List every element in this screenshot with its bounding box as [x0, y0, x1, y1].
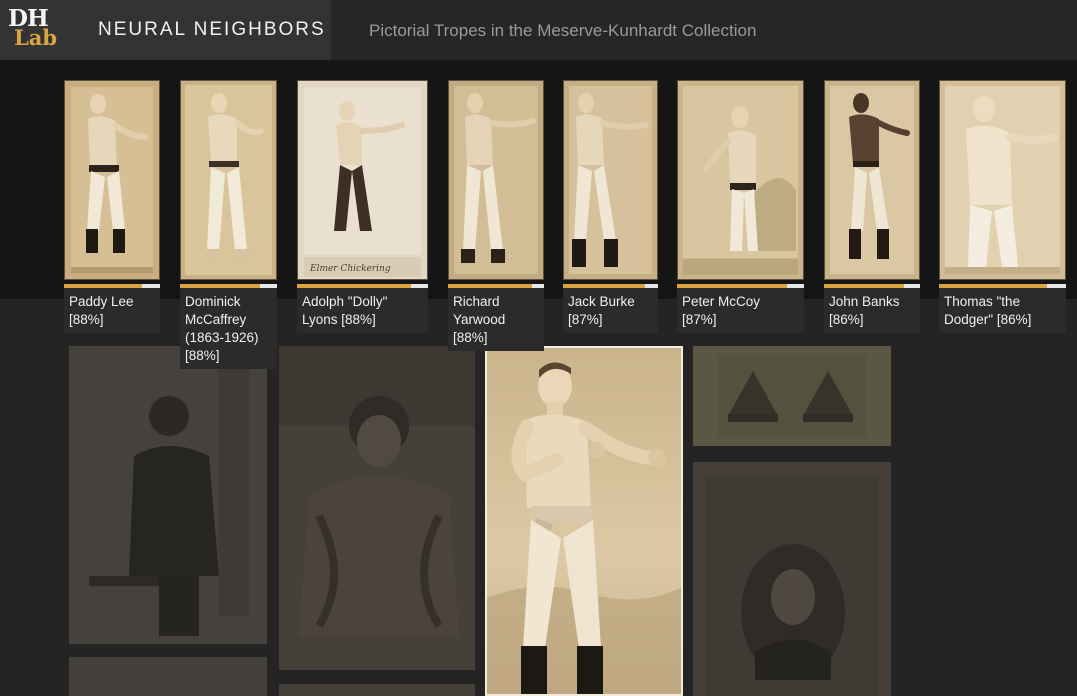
app-subtitle: Pictorial Tropes in the Meserve-Kunhardt…	[369, 21, 757, 40]
neighbor-photo[interactable]: Elmer Chickering	[297, 80, 428, 280]
neighbor-caption[interactable]: Peter McCoy [87%]	[677, 288, 804, 333]
neighbor-caption[interactable]: John Banks [86%]	[824, 288, 920, 333]
neighbor-caption[interactable]: Thomas "the Dodger" [86%]	[939, 288, 1066, 333]
neighbor-caption[interactable]: Paddy Lee [88%]	[64, 288, 160, 333]
neighbor-photo[interactable]	[939, 80, 1066, 280]
dh-lab-logo[interactable]: DH Lab	[6, 6, 60, 52]
neighbor-photo[interactable]	[448, 80, 544, 280]
selected-boxer-photo[interactable]	[485, 346, 683, 696]
neighbor-photo[interactable]	[824, 80, 920, 280]
background-photo-stereograph[interactable]	[693, 346, 891, 446]
neighbor-photo[interactable]	[180, 80, 277, 280]
brand-block: DH Lab NEURAL NEIGHBORS	[0, 0, 331, 60]
neighbor-caption[interactable]: Jack Burke [87%]	[563, 288, 658, 333]
neighbor-caption[interactable]: Richard Yarwood [88%]	[448, 288, 544, 351]
app-title[interactable]: NEURAL NEIGHBORS	[98, 19, 326, 41]
background-photo-seated-man[interactable]	[69, 346, 267, 644]
background-photo-oval-portrait[interactable]	[693, 462, 891, 696]
top-bar: DH Lab NEURAL NEIGHBORS Pictorial Tropes…	[0, 0, 1077, 61]
neighbor-photo[interactable]	[64, 80, 160, 280]
background-photo-woman[interactable]	[279, 346, 475, 670]
neighbor-caption[interactable]: Adolph "Dolly" Lyons [88%]	[297, 288, 428, 333]
background-photo-bottom-middle[interactable]	[279, 684, 475, 696]
background-photo-bottom-left[interactable]	[69, 657, 267, 696]
logo-lab-text: Lab	[14, 25, 58, 50]
neighbor-photo[interactable]	[677, 80, 804, 280]
svg-text:Elmer Chickering: Elmer Chickering	[309, 264, 391, 274]
neighbor-photo[interactable]	[563, 80, 658, 280]
neighbor-caption[interactable]: Dominick McCaffrey (1863-1926) [88%]	[180, 288, 277, 369]
